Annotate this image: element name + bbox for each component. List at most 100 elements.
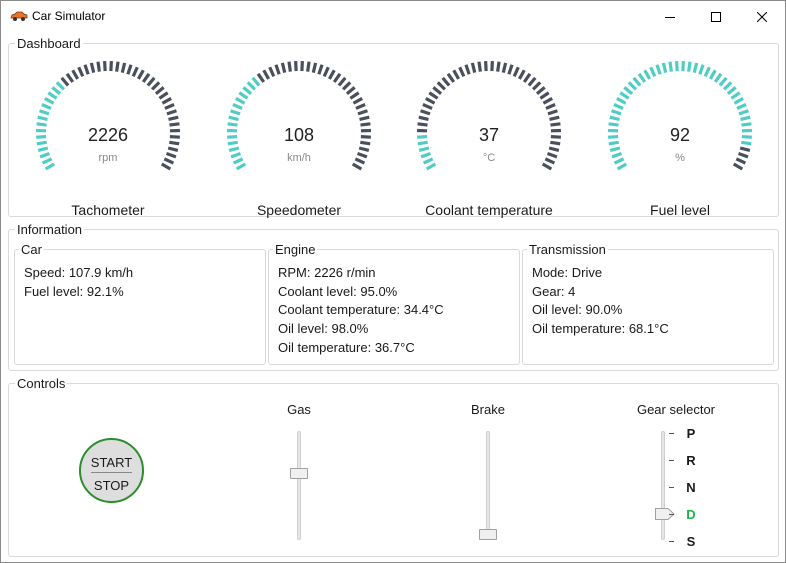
gauge-segment bbox=[738, 109, 749, 116]
gauge-title: Fuel level bbox=[650, 202, 710, 218]
gauge-segment bbox=[609, 115, 620, 121]
gauge-segment bbox=[542, 97, 553, 105]
gauge-segment bbox=[228, 146, 240, 152]
gear-option-d[interactable]: D bbox=[684, 507, 698, 522]
gear-tick bbox=[669, 514, 674, 515]
gauge-segment bbox=[611, 109, 622, 116]
gauge-segment bbox=[668, 61, 673, 72]
gauge-segment bbox=[168, 115, 179, 121]
controls-label: Controls bbox=[15, 376, 68, 391]
engine-coolant-temp-text: Coolant temperature: 34.4°C bbox=[278, 302, 444, 317]
gauge-segment bbox=[274, 64, 281, 75]
gauge-segment bbox=[327, 69, 336, 80]
gear-option-s[interactable]: S bbox=[684, 534, 698, 549]
gauge-segment bbox=[77, 66, 85, 78]
gauge-segment bbox=[47, 91, 58, 100]
close-button[interactable] bbox=[739, 1, 785, 32]
gauge-segment bbox=[246, 81, 257, 91]
gauge-segment bbox=[44, 97, 55, 105]
gauge-segment bbox=[355, 103, 366, 110]
gauge-segment bbox=[547, 109, 558, 116]
gauge-segment bbox=[332, 72, 342, 83]
gauge-segment bbox=[692, 62, 699, 74]
gear-selector-label: Gear selector bbox=[636, 402, 716, 417]
gauge-segment bbox=[627, 81, 638, 91]
gauge-segment bbox=[96, 61, 101, 72]
gauge-segment bbox=[306, 61, 311, 72]
gauge-segment bbox=[280, 62, 287, 74]
gauge-segment bbox=[60, 76, 70, 87]
engine-oil-level-text: Oil level: 98.0% bbox=[278, 321, 369, 336]
gauge-segment bbox=[287, 61, 292, 72]
start-stop-button[interactable]: START STOP bbox=[79, 438, 144, 503]
fuel-level-gauge: 92 % Fuel level bbox=[600, 55, 760, 225]
gauge-segment bbox=[262, 69, 271, 80]
fuel-level-dial bbox=[607, 61, 753, 171]
gauge-segment bbox=[643, 69, 652, 80]
gauge-segment bbox=[150, 81, 161, 91]
gauge-segment bbox=[322, 66, 330, 78]
gas-slider-thumb[interactable] bbox=[290, 468, 308, 480]
brake-slider-thumb[interactable] bbox=[479, 529, 497, 540]
gauge-segment bbox=[452, 69, 461, 80]
gauge-segment bbox=[359, 115, 370, 121]
maximize-button[interactable] bbox=[693, 1, 739, 32]
gear-option-r[interactable]: R bbox=[684, 453, 698, 468]
gauge-segment bbox=[37, 146, 49, 152]
gear-selector-track[interactable] bbox=[661, 431, 665, 540]
gauge-segment bbox=[726, 86, 737, 95]
gauge-segment bbox=[337, 76, 347, 87]
engine-info-group: Engine RPM: 2226 r/min Coolant level: 95… bbox=[268, 242, 520, 365]
maximize-icon bbox=[711, 11, 721, 22]
coolant-temperature-gauge: 37 °C Coolant temperature bbox=[409, 55, 569, 225]
gauge-segment bbox=[358, 146, 370, 152]
gauge-segment bbox=[256, 72, 266, 83]
gauge-segment bbox=[464, 64, 471, 75]
gauge-segment bbox=[341, 81, 352, 91]
gas-slider-track[interactable] bbox=[297, 431, 301, 540]
stop-label: STOP bbox=[93, 478, 130, 493]
gauge-segment bbox=[535, 86, 546, 95]
transmission-info-group: Transmission Mode: Drive Gear: 4 Oil lev… bbox=[522, 242, 774, 365]
gauge-segment bbox=[655, 64, 662, 75]
engine-coolant-level-text: Coolant level: 95.0% bbox=[278, 284, 398, 299]
gear-tick bbox=[669, 541, 674, 542]
gauge-segment bbox=[623, 86, 634, 95]
gauge-segment bbox=[436, 81, 447, 91]
gauge-unit: km/h bbox=[287, 152, 311, 164]
coolant-temperature-dial bbox=[416, 61, 562, 171]
gauge-segment bbox=[251, 76, 261, 87]
gauge-segment bbox=[649, 66, 657, 78]
gear-option-p[interactable]: P bbox=[684, 426, 698, 441]
engine-info-label: Engine bbox=[273, 242, 318, 257]
gear-option-n[interactable]: N bbox=[684, 480, 698, 495]
gauge-segment bbox=[722, 81, 733, 91]
gauge-segment bbox=[616, 162, 628, 171]
gear-tick bbox=[669, 487, 674, 488]
gauge-segment bbox=[235, 97, 246, 105]
gauge-segment bbox=[166, 109, 177, 116]
minimize-icon bbox=[665, 16, 675, 18]
gauge-segment bbox=[136, 69, 145, 80]
car-info-label: Car bbox=[19, 242, 44, 257]
gauge-segment bbox=[425, 162, 437, 171]
gauge-segment bbox=[164, 103, 175, 110]
gauge-segment bbox=[458, 66, 466, 78]
minimize-button[interactable] bbox=[647, 1, 693, 32]
gauge-segment bbox=[432, 86, 443, 95]
gauge-segment bbox=[661, 62, 668, 74]
tachometer-gauge: 2226 rpm Tachometer bbox=[28, 55, 188, 225]
gauge-segment bbox=[83, 64, 90, 75]
gauge-segment bbox=[708, 69, 717, 80]
gauge-segment bbox=[718, 76, 728, 87]
brake-slider-track[interactable] bbox=[486, 431, 490, 540]
gauge-segment bbox=[352, 97, 363, 105]
gauge-segment bbox=[739, 146, 751, 152]
gauge-segment bbox=[698, 64, 705, 75]
gas-label: Gas bbox=[287, 402, 311, 417]
engine-oil-temp-text: Oil temperature: 36.7°C bbox=[278, 340, 415, 355]
transmission-info-label: Transmission bbox=[527, 242, 608, 257]
gauge-segment bbox=[126, 64, 133, 75]
gauge-segment bbox=[613, 103, 624, 110]
gauge-segment bbox=[242, 86, 253, 95]
